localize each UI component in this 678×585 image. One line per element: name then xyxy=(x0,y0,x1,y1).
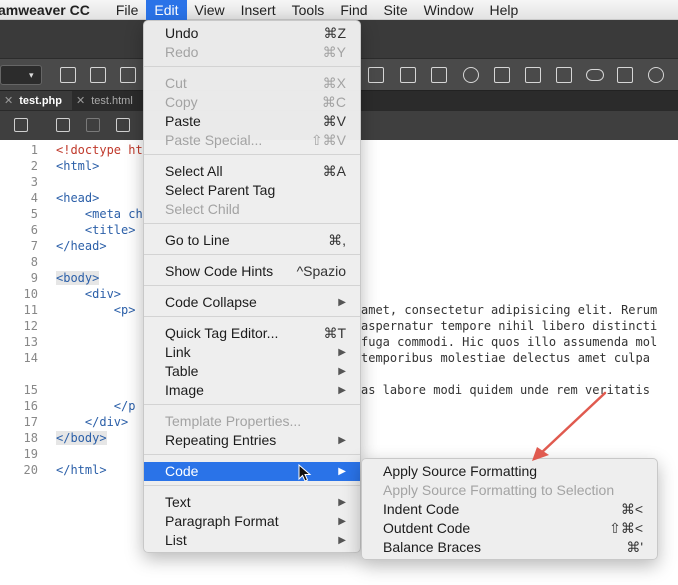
mouse-cursor-icon xyxy=(298,464,312,482)
annotation-arrow xyxy=(532,391,607,461)
